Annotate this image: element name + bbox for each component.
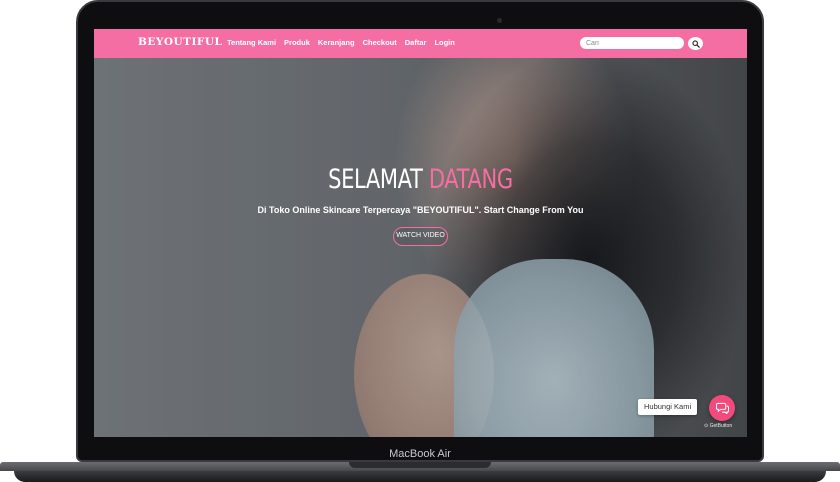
- hero-subtitle: Di Toko Online Skincare Terpercaya "BEYO…: [257, 205, 584, 215]
- chat-icon: [715, 402, 729, 414]
- getbutton-credit[interactable]: ⊙ GetButton: [704, 423, 732, 429]
- chat-label[interactable]: Hubungi Kami: [638, 399, 698, 415]
- getbutton-credit-label: GetButton: [709, 423, 733, 429]
- brand-logo[interactable]: BEYOUTIFUL: [138, 36, 222, 48]
- laptop-base: [0, 462, 840, 482]
- device-model-label: MacBook Air: [389, 448, 451, 460]
- laptop-base-bottom: [14, 471, 826, 482]
- navbar: BEYOUTIFUL Tentang Kami Produk Keranjang…: [94, 29, 747, 58]
- nav-link-tentang-kami[interactable]: Tentang Kami: [227, 38, 276, 47]
- search-input[interactable]: [580, 37, 684, 49]
- browser-screen: BEYOUTIFUL Tentang Kami Produk Keranjang…: [94, 29, 747, 437]
- nav-link-checkout[interactable]: Checkout: [363, 38, 397, 47]
- chat-button[interactable]: [709, 395, 735, 421]
- nav-link-produk[interactable]: Produk: [284, 38, 310, 47]
- hero-title-main: SELAMAT: [328, 164, 423, 195]
- camera-icon: [497, 18, 502, 23]
- hero-title-accent: DATANG: [428, 164, 513, 195]
- laptop-notch: [349, 462, 491, 468]
- nav-link-daftar[interactable]: Daftar: [405, 38, 427, 47]
- nav-links: Tentang Kami Produk Keranjang Checkout D…: [227, 38, 455, 47]
- search-button[interactable]: [688, 37, 703, 50]
- nav-link-keranjang[interactable]: Keranjang: [318, 38, 355, 47]
- search-icon: [691, 39, 700, 48]
- watch-video-button[interactable]: WATCH VIDEO: [393, 227, 448, 246]
- nav-link-login[interactable]: Login: [434, 38, 454, 47]
- hero-title: SELAMAT DATANG: [166, 164, 675, 195]
